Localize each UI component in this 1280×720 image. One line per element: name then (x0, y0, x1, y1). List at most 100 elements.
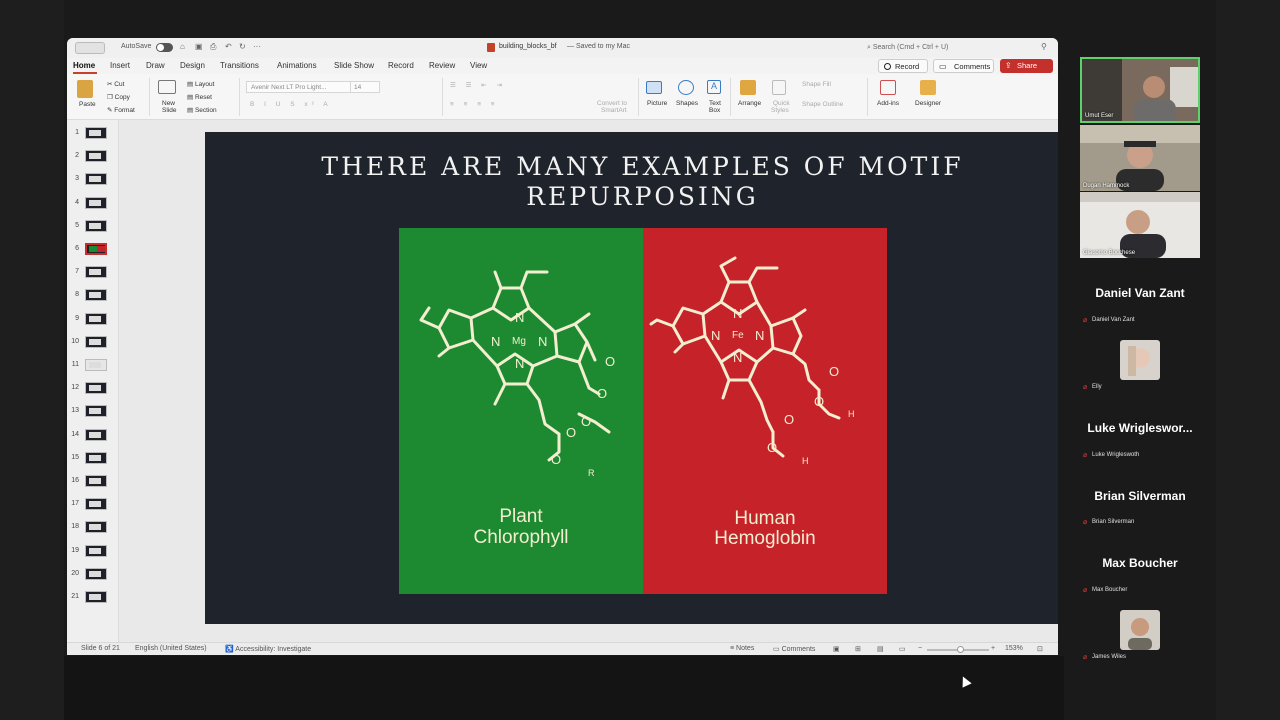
tab-slide-show[interactable]: Slide Show (334, 61, 374, 70)
participant-video-2[interactable]: Dugan Hammock (1080, 125, 1200, 191)
tab-transitions[interactable]: Transitions (220, 61, 259, 70)
tab-animations[interactable]: Animations (277, 61, 317, 70)
align-icons[interactable]: ≡ ≡ ≡ ≡ (450, 101, 499, 108)
slide-thumbnail-20[interactable] (85, 567, 107, 580)
document-save-status[interactable]: — Saved to my Mac (567, 43, 630, 50)
new-slide-icon[interactable] (158, 80, 176, 94)
save-icon[interactable]: ▣ (195, 42, 203, 51)
slide-thumbnail-21[interactable] (85, 591, 107, 603)
notes-button[interactable]: ≡ Notes (730, 645, 754, 652)
shapes-icon[interactable] (678, 80, 694, 95)
textbox-icon[interactable]: A (707, 80, 721, 94)
slide-thumbnail-11[interactable] (85, 359, 107, 371)
tab-view[interactable]: View (470, 61, 487, 70)
slide-thumbnail-1[interactable] (85, 127, 107, 139)
convert-smartart-label-2[interactable]: SmartArt (601, 107, 627, 114)
slide-thumbnail-4[interactable] (85, 196, 107, 209)
quick-styles-label-2[interactable]: Styles (771, 107, 789, 114)
shapes-label[interactable]: Shapes (676, 100, 698, 107)
fit-slide-icon[interactable]: ⊡ (1037, 645, 1043, 653)
slide-thumbnail-12[interactable] (85, 382, 107, 395)
copy-button[interactable]: ❐ Copy (107, 93, 130, 101)
section-button[interactable]: ▤ Section (187, 106, 217, 114)
zoom-out-icon[interactable]: − (918, 645, 922, 652)
reading-view-icon[interactable]: ▤ (877, 645, 884, 653)
chlorophyll-panel[interactable]: N N N N Mg O O O O O R Plant Chlorophyll (399, 228, 643, 594)
grid-view-icon[interactable]: ⊞ (855, 645, 861, 653)
list-icons[interactable]: ☰ ☰ ⇤ ⇥ (450, 81, 506, 89)
slide-6[interactable]: THERE ARE MANY EXAMPLES OF MOTIF REPURPO… (205, 132, 1058, 624)
home-icon[interactable]: ⌂ (180, 42, 185, 51)
autosave-toggle[interactable] (156, 43, 173, 52)
slide-thumbnail-15[interactable] (85, 451, 107, 464)
shape-fill-button[interactable]: Shape Fill (802, 81, 831, 88)
slide-thumbnail-2[interactable] (85, 150, 107, 163)
layout-button[interactable]: ▤ Layout (187, 80, 214, 88)
designer-icon[interactable] (920, 80, 936, 95)
tab-review[interactable]: Review (429, 61, 455, 70)
zoom-slider-handle[interactable] (957, 646, 964, 653)
format-painter-button[interactable]: ✎ Format (107, 106, 135, 114)
slide-thumbnail-14[interactable] (85, 428, 107, 441)
slide-title[interactable]: THERE ARE MANY EXAMPLES OF MOTIF REPURPO… (205, 152, 1058, 212)
print-icon[interactable]: ⎙ (210, 42, 216, 52)
hemoglobin-panel[interactable]: N N N N Fe O O O O H H Human Hemoglobin (643, 228, 887, 594)
slide-thumbnail-5[interactable] (85, 219, 107, 232)
cut-button[interactable]: ✂ Cut (107, 80, 124, 88)
designer-label[interactable]: Designer (915, 100, 941, 107)
share-button[interactable]: ⇪ Share (1000, 59, 1053, 73)
tab-draw[interactable]: Draw (146, 61, 165, 70)
font-family-select[interactable]: Avenir Next LT Pro Light... (246, 81, 352, 93)
add-ins-label[interactable]: Add-ins (877, 100, 899, 107)
slide-thumbnail-8[interactable] (85, 289, 107, 302)
tab-home[interactable]: Home (73, 61, 95, 70)
new-slide-label-2[interactable]: Slide (162, 107, 176, 114)
more-icon[interactable]: ··· (253, 42, 261, 51)
font-size-select[interactable]: 14 (350, 81, 380, 93)
zoom-level[interactable]: 153% (1005, 645, 1023, 652)
convert-smartart-label-1[interactable]: Convert to (597, 100, 627, 107)
slide-thumbnail-7[interactable] (85, 266, 107, 279)
sidebar-toggle-button[interactable] (75, 42, 105, 54)
reset-button[interactable]: ▤ Reset (187, 93, 212, 101)
comments-button[interactable]: ▭ Comments (933, 59, 994, 73)
slide-thumbnail-3[interactable] (85, 173, 107, 186)
accessibility-button[interactable]: ♿ Accessibility: Investigate (225, 645, 311, 653)
picture-icon[interactable] (646, 81, 662, 94)
tab-design[interactable]: Design (180, 61, 205, 70)
add-ins-icon[interactable] (880, 80, 896, 95)
arrange-icon[interactable] (740, 80, 756, 95)
undo-icon[interactable]: ↶ (225, 42, 232, 51)
slide-thumbnail-10[interactable] (85, 335, 107, 348)
tab-insert[interactable]: Insert (110, 61, 130, 70)
text-format-icons[interactable]: B I U S x² A (250, 101, 332, 108)
picture-label[interactable]: Picture (647, 100, 667, 107)
slide-thumbnail-19[interactable] (85, 544, 107, 557)
quick-styles-label-1[interactable]: Quick (773, 100, 790, 107)
slide-thumbnail-18[interactable] (85, 521, 107, 534)
slide-thumbnail-17[interactable] (85, 498, 107, 511)
language-indicator[interactable]: English (United States) (135, 645, 207, 652)
tab-record[interactable]: Record (388, 61, 414, 70)
participant-video-1[interactable]: Umut Eser (1080, 57, 1200, 123)
share-link-icon[interactable]: ⚲ (1041, 42, 1047, 51)
participant-video-3[interactable]: Giacomo Bocchese (1080, 192, 1200, 258)
search-input[interactable]: ⌕ Search (Cmd + Ctrl + U) (867, 41, 1037, 55)
new-slide-label-1[interactable]: New (162, 100, 175, 107)
slide-thumbnail-6[interactable] (85, 243, 107, 255)
textbox-label-2[interactable]: Box (709, 107, 720, 114)
textbox-label-1[interactable]: Text (709, 100, 721, 107)
redo-icon[interactable]: ↻ (239, 42, 246, 51)
record-button[interactable]: Record (878, 59, 928, 73)
slide-thumbnail-13[interactable] (85, 405, 107, 418)
slide-thumbnail-9[interactable] (85, 312, 107, 325)
arrange-label[interactable]: Arrange (738, 100, 761, 107)
zoom-in-icon[interactable]: + (991, 645, 995, 652)
paste-icon[interactable] (77, 80, 93, 98)
quick-styles-icon[interactable] (772, 80, 786, 95)
normal-view-icon[interactable]: ▣ (833, 645, 840, 653)
paste-label[interactable]: Paste (79, 101, 96, 108)
status-comments-button[interactable]: ▭ Comments (773, 645, 815, 653)
shape-outline-button[interactable]: Shape Outline (802, 101, 843, 108)
slide-thumbnail-16[interactable] (85, 475, 107, 487)
